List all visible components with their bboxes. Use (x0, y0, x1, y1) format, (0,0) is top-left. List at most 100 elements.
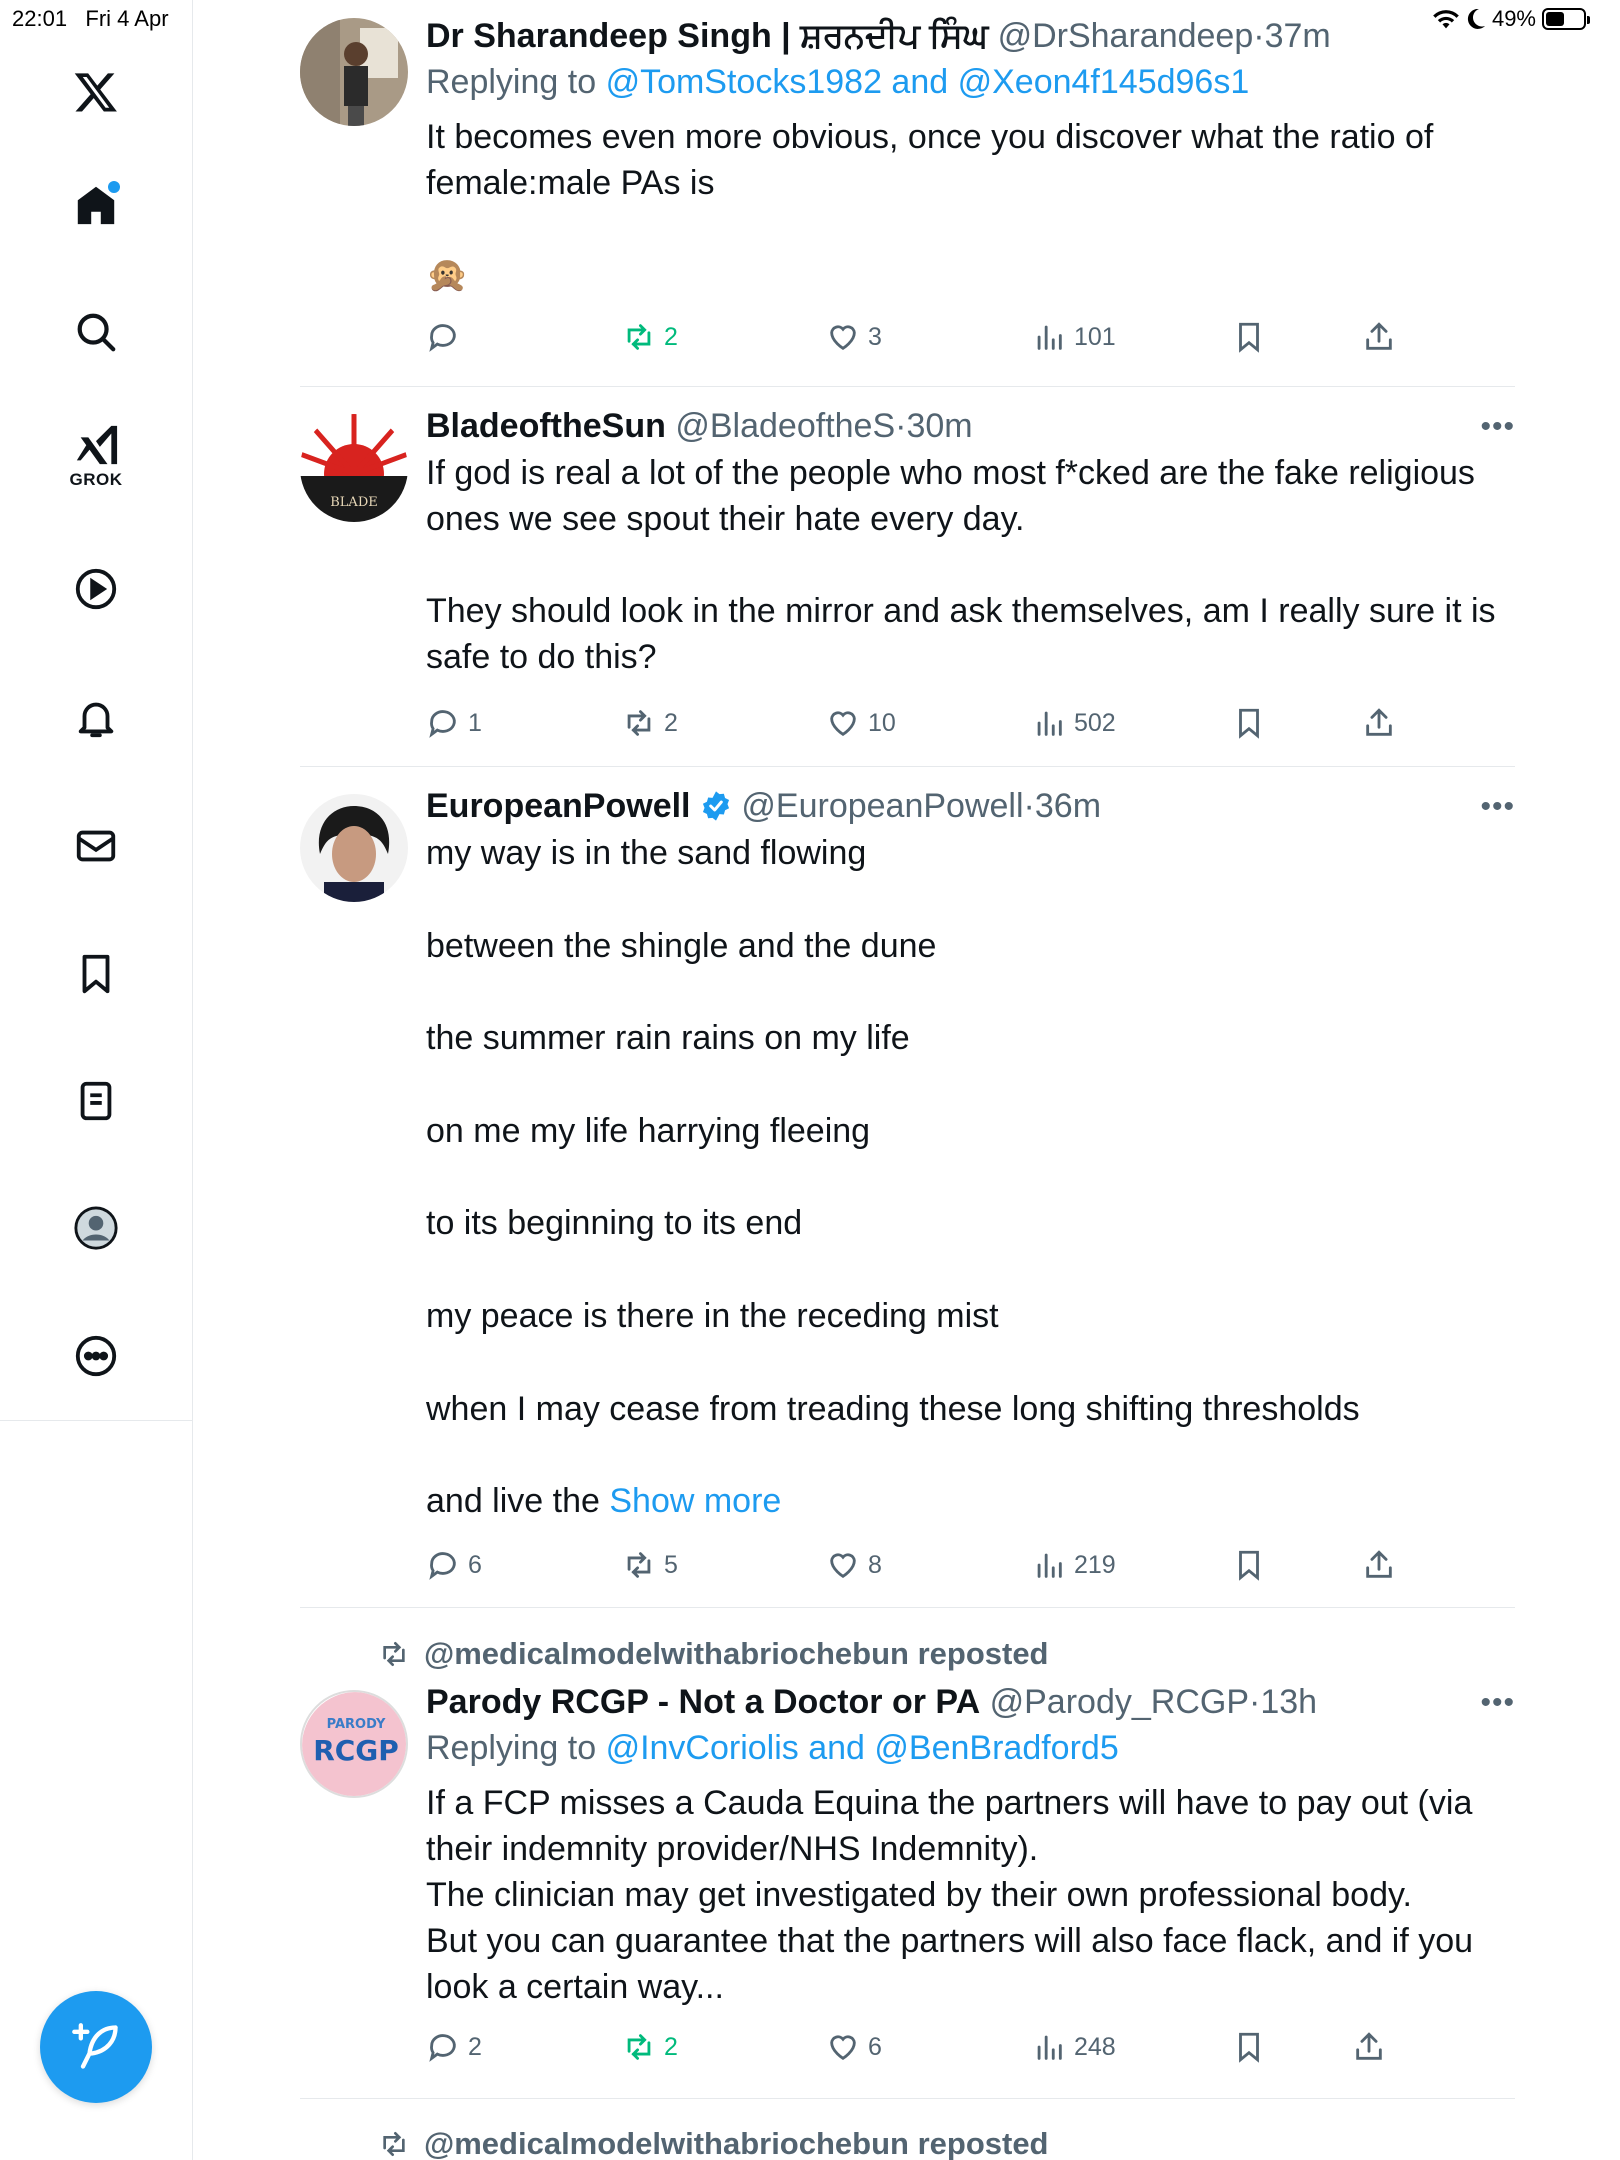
replying-prefix: Replying to (426, 63, 597, 101)
more-options-icon[interactable]: ••• (1480, 790, 1515, 824)
heart-icon (830, 1553, 856, 1579)
repost-icon (627, 1552, 651, 1578)
views-button[interactable]: 502 (1032, 706, 1116, 740)
views-button[interactable]: 219 (1032, 1548, 1116, 1582)
video-play-icon[interactable] (66, 559, 126, 619)
notification-dot (108, 181, 120, 193)
reply-icon (429, 1552, 456, 1580)
reply-button[interactable]: 6 (426, 1548, 482, 1582)
more-options-icon[interactable]: ••• (1480, 1686, 1515, 1720)
reply-count: 2 (468, 2032, 482, 2061)
tweet-text-body: my way is in the sand flowing between th… (426, 834, 1360, 1521)
author-handle[interactable]: @EuropeanPowell (741, 787, 1023, 825)
like-button[interactable]: 6 (826, 2030, 882, 2064)
avatar[interactable]: BLADE (300, 414, 408, 522)
x-logo-icon[interactable] (66, 62, 126, 122)
profile-icon[interactable] (66, 1198, 126, 1258)
time-separator: · (1249, 1683, 1261, 1721)
repost-button[interactable]: 2 (622, 706, 678, 740)
bookmark-button[interactable] (1232, 2030, 1266, 2064)
tweet-time[interactable]: 37m (1265, 17, 1331, 55)
more-circle-icon[interactable] (66, 1326, 126, 1386)
lists-icon[interactable] (66, 1071, 126, 1131)
sidebar-nav: GROK (0, 0, 193, 2160)
repost-attribution[interactable]: @medicalmodelwithabriochebun reposted (378, 1636, 1049, 1672)
share-icon (1366, 708, 1392, 736)
repost-count: 2 (664, 708, 678, 737)
like-count: 3 (868, 322, 882, 351)
reply-button[interactable]: 1 (426, 706, 482, 740)
replying-to-link[interactable]: @InvCoriolis and @BenBradford5 (606, 1729, 1119, 1767)
bookmark-button[interactable] (1232, 320, 1266, 354)
reply-count: 1 (468, 708, 482, 737)
reply-button[interactable] (426, 320, 468, 354)
like-button[interactable]: 8 (826, 1548, 882, 1582)
show-more-link[interactable]: Show more (609, 1482, 781, 1520)
author-name[interactable]: Dr Sharandeep Singh | ਸ਼ਰਨਦੀਪ ਸਿੰਘ (426, 17, 988, 55)
repost-by-label: @medicalmodelwithabriochebun reposted (424, 1636, 1049, 1671)
more-options-icon[interactable]: ••• (1480, 410, 1515, 444)
tweet-time[interactable]: 36m (1035, 787, 1101, 825)
share-button[interactable] (1352, 2030, 1386, 2064)
bell-icon[interactable] (66, 688, 126, 748)
tweet-item[interactable]: Dr Sharandeep Singh | ਸ਼ਰਨਦੀਪ ਸਿੰਘ @DrSh… (300, 14, 1515, 364)
tweet-time[interactable]: 13h (1260, 1683, 1317, 1721)
author-handle[interactable]: @BladeoftheS (675, 407, 895, 445)
tweet-item[interactable]: BLADE BladeoftheSun @BladeoftheS·30m If … (300, 404, 1515, 754)
share-button[interactable] (1362, 706, 1396, 740)
mail-icon[interactable] (66, 816, 126, 876)
views-icon (1037, 2035, 1062, 2060)
share-button[interactable] (1362, 320, 1396, 354)
repost-icon (627, 710, 651, 736)
time-separator: · (895, 407, 907, 445)
repost-button[interactable]: 2 (622, 2030, 678, 2064)
share-button[interactable] (1362, 1548, 1396, 1582)
tweet-header: EuropeanPowell @EuropeanPowell·36m (426, 784, 1515, 828)
avatar[interactable]: PARODY RCGP (300, 1690, 408, 1798)
tweet-content: BladeoftheSun @BladeoftheS·30m If god is… (426, 404, 1515, 680)
compose-post-button[interactable] (40, 1991, 152, 2103)
grok-icon[interactable]: GROK (66, 422, 126, 489)
repost-button[interactable]: 2 (622, 320, 678, 354)
tweet-header: Dr Sharandeep Singh | ਸ਼ਰਨਦੀਪ ਸਿੰਘ @DrSh… (426, 14, 1515, 58)
views-button[interactable]: 101 (1032, 320, 1116, 354)
author-name[interactable]: EuropeanPowell (426, 787, 691, 825)
avatar[interactable] (300, 18, 408, 126)
tweet-text: If a FCP misses a Cauda Equina the partn… (426, 1784, 1474, 2006)
bookmark-icon[interactable] (66, 944, 126, 1004)
avatar-lettering: PARODY (327, 1717, 386, 1732)
bookmark-button[interactable] (1232, 1548, 1266, 1582)
tweet-item[interactable]: EuropeanPowell @EuropeanPowell·36m my wa… (300, 784, 1515, 1584)
views-button[interactable]: 248 (1032, 2030, 1116, 2064)
tweet-item[interactable]: PARODY RCGP Parody RCGP - Not a Doctor or… (300, 1680, 1515, 2080)
tweet-header: Parody RCGP - Not a Doctor or PA @Parody… (426, 1680, 1515, 1724)
view-count: 502 (1074, 708, 1116, 737)
bookmark-icon (1239, 1550, 1259, 1581)
bookmark-button[interactable] (1232, 706, 1266, 740)
author-handle[interactable]: @DrSharandeep (998, 17, 1254, 55)
verified-badge-icon (702, 791, 730, 821)
reply-button[interactable]: 2 (426, 2030, 482, 2064)
like-button[interactable]: 3 (826, 320, 882, 354)
replying-prefix: Replying to (426, 1729, 597, 1767)
heart-icon (830, 2035, 856, 2061)
tweet-content: Dr Sharandeep Singh | ਸ਼ਰਨਦੀਪ ਸਿੰਘ @DrSh… (426, 14, 1515, 298)
replying-to-link[interactable]: @TomStocks1982 and @Xeon4f145d96s1 (606, 63, 1250, 101)
author-name[interactable]: Parody RCGP - Not a Doctor or PA (426, 1683, 980, 1721)
bookmark-icon (1239, 2032, 1259, 2063)
tweet-header: BladeoftheSun @BladeoftheS·30m (426, 404, 1515, 448)
author-name[interactable]: BladeoftheSun (426, 407, 666, 445)
avatar[interactable] (300, 794, 408, 902)
view-count: 101 (1074, 322, 1116, 351)
home-icon[interactable] (66, 175, 126, 235)
repost-count: 2 (664, 322, 678, 351)
search-icon[interactable] (66, 302, 126, 362)
tweet-text: It becomes even more obvious, once you d… (426, 118, 1434, 294)
author-handle[interactable]: @Parody_RCGP (990, 1683, 1249, 1721)
view-count: 248 (1074, 2032, 1116, 2061)
tweet-time[interactable]: 30m (906, 407, 972, 445)
views-icon (1037, 1553, 1062, 1578)
like-button[interactable]: 10 (826, 706, 896, 740)
repost-attribution[interactable]: @medicalmodelwithabriochebun reposted (378, 2126, 1049, 2160)
repost-button[interactable]: 5 (622, 1548, 678, 1582)
